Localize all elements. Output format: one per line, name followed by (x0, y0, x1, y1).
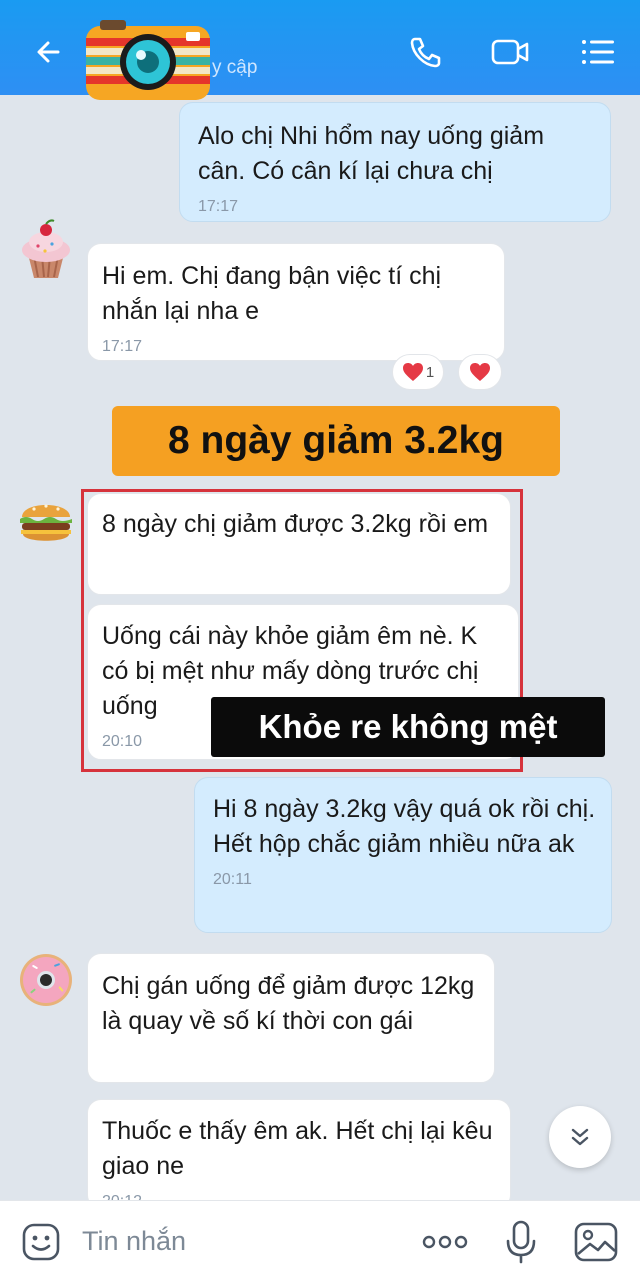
back-button[interactable] (28, 30, 72, 74)
message-input-bar (0, 1200, 640, 1280)
chat-header: y cập (0, 0, 640, 100)
video-call-button[interactable] (488, 30, 532, 74)
message-bubble-incoming[interactable]: Chị gán uống để giảm được 12kg là quay v… (87, 953, 495, 1083)
image-picker-button[interactable] (573, 1221, 619, 1263)
sticker-button[interactable] (20, 1221, 62, 1263)
highlight-banner: 8 ngày giảm 3.2kg (112, 406, 560, 476)
more-dots-icon (422, 1235, 468, 1249)
message-time: 20:11 (213, 871, 252, 888)
menu-list-icon (582, 40, 614, 64)
smiley-sticker-icon (22, 1223, 60, 1261)
message-bubble-incoming[interactable]: Hi em. Chị đang bận việc tí chị nhắn lại… (87, 243, 505, 361)
call-button[interactable] (404, 30, 448, 74)
message-text: Hi 8 ngày 3.2kg vậy quá ok rồi chị. Hết … (213, 795, 596, 858)
caption-overlay: Khỏe re không mệt (211, 697, 605, 757)
back-arrow-icon (37, 41, 60, 63)
message-input[interactable] (82, 1221, 382, 1261)
message-bubble-outgoing[interactable]: Hi 8 ngày 3.2kg vậy quá ok rồi chị. Hết … (194, 777, 612, 933)
add-reaction-button[interactable] (458, 354, 502, 390)
contact-avatar-burger[interactable] (14, 487, 78, 551)
voice-record-button[interactable] (503, 1219, 539, 1265)
phone-icon (410, 37, 441, 68)
more-options-button[interactable] (420, 1229, 470, 1255)
message-text: Chị gán uống để giảm được 12kg là quay v… (102, 972, 475, 1035)
contact-status: y cập (212, 57, 258, 78)
video-camera-icon (491, 39, 529, 65)
heart-icon (470, 363, 490, 381)
contact-avatar-donut[interactable] (14, 948, 78, 1012)
message-bubble-outgoing[interactable]: Alo chị Nhi hổm nay uống giảm cân. Có câ… (179, 102, 611, 222)
image-gallery-icon (574, 1222, 618, 1262)
heart-reaction-count[interactable]: 1 (392, 354, 444, 390)
message-bubble-incoming[interactable]: Thuốc e thấy êm ak. Hết chị lại kêu giao… (87, 1099, 511, 1210)
scroll-to-bottom-button[interactable] (549, 1106, 611, 1168)
reaction-count: 1 (425, 363, 435, 381)
contact-avatar-cupcake[interactable] (14, 218, 78, 282)
menu-button[interactable] (576, 30, 620, 74)
microphone-icon (506, 1220, 536, 1264)
message-text: Hi em. Chị đang bận việc tí chị nhắn lại… (102, 262, 442, 325)
message-text: Thuốc e thấy êm ak. Hết chị lại kêu giao… (102, 1117, 493, 1180)
message-time: 17:17 (198, 198, 239, 215)
message-text: Alo chị Nhi hổm nay uống giảm cân. Có câ… (198, 122, 545, 185)
heart-icon (402, 363, 423, 381)
message-time: 17:17 (102, 338, 143, 355)
double-chevron-down-icon (571, 1128, 589, 1146)
camera-sticker (82, 18, 214, 104)
